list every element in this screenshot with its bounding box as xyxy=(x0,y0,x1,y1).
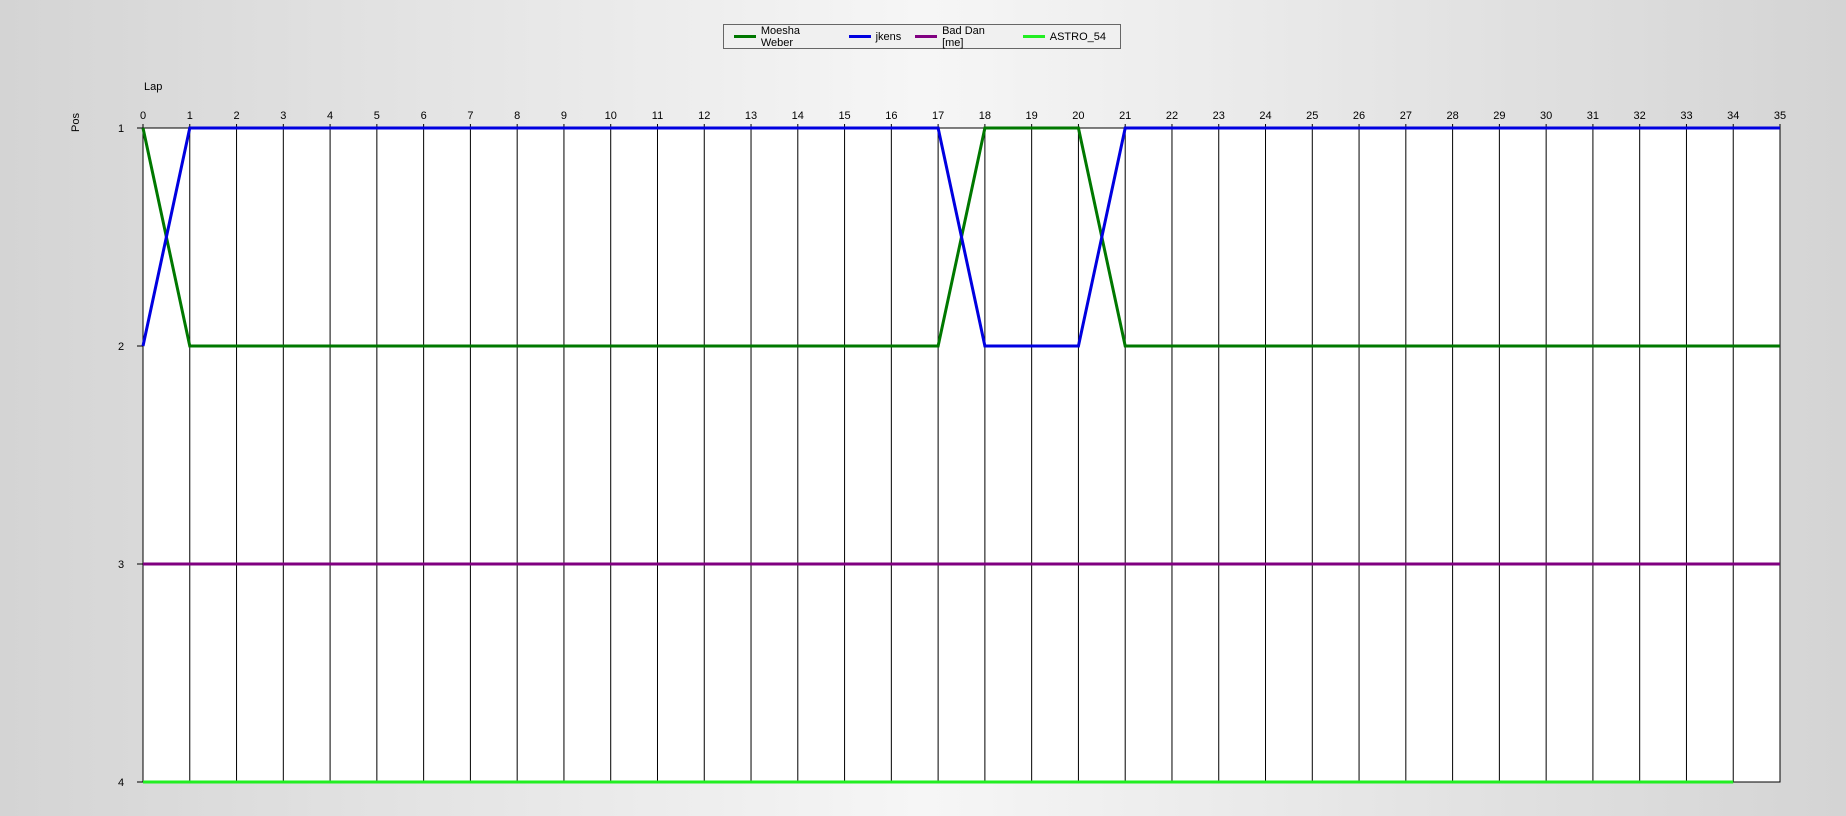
legend-item: ASTRO_54 xyxy=(1022,30,1106,43)
x-tick-label: 8 xyxy=(514,110,520,122)
x-tick-label: 35 xyxy=(1774,110,1786,122)
plot-area xyxy=(142,127,1781,783)
x-tick-label: 33 xyxy=(1680,110,1692,122)
x-tick-label: 30 xyxy=(1540,110,1552,122)
x-tick-label: 24 xyxy=(1259,110,1271,122)
x-tick-label: 7 xyxy=(467,110,473,122)
x-tick-label: 2 xyxy=(233,110,239,122)
x-tick-label: 0 xyxy=(140,110,146,122)
x-tick-label: 21 xyxy=(1119,110,1131,122)
y-tick-label: 1 xyxy=(118,123,124,135)
legend-item: jkens xyxy=(848,30,902,43)
legend-item: Moesha Weber xyxy=(734,25,835,49)
x-tick-label: 16 xyxy=(885,110,897,122)
x-tick-label: 29 xyxy=(1493,110,1505,122)
x-tick-label: 15 xyxy=(838,110,850,122)
legend-label: jkens xyxy=(875,30,902,43)
x-tick-label: 12 xyxy=(698,110,710,122)
x-tick-label: 28 xyxy=(1446,110,1458,122)
legend-label: ASTRO_54 xyxy=(1049,30,1106,43)
x-axis-title: Lap xyxy=(144,81,163,93)
legend-swatch xyxy=(734,35,756,38)
x-tick-labels: 0 1 2 3 4 5 6 7 8 9 10 11 12 13 14 15 16 17 18 19 20 21 22 23 24… xyxy=(140,110,1786,122)
x-tick-label: 13 xyxy=(745,110,757,122)
x-tick-label: 10 xyxy=(605,110,617,122)
y-tick-label: 3 xyxy=(118,559,124,571)
x-tick-label: 1 xyxy=(187,110,193,122)
x-tick-label: 26 xyxy=(1353,110,1365,122)
legend-label: Moesha Weber xyxy=(760,24,800,49)
x-tick-label: 32 xyxy=(1634,110,1646,122)
legend-item: Bad Dan [me] xyxy=(915,25,1009,49)
y-tick-label: 2 xyxy=(118,341,124,353)
x-tick-label: 17 xyxy=(932,110,944,122)
x-tick-label: 6 xyxy=(421,110,427,122)
x-tick-label: 22 xyxy=(1166,110,1178,122)
x-tick-label: 4 xyxy=(327,110,333,122)
x-tick-label: 5 xyxy=(374,110,380,122)
x-tick-label: 27 xyxy=(1400,110,1412,122)
x-tick-label: 23 xyxy=(1213,110,1225,122)
y-axis-title: Pos xyxy=(70,113,82,132)
x-tick-label: 19 xyxy=(1026,110,1038,122)
legend-swatch xyxy=(848,35,871,38)
legend: Moesha Weber jkens Bad Dan [me] ASTRO_54 xyxy=(723,24,1121,49)
x-tick-label: 31 xyxy=(1587,110,1599,122)
legend-label: Bad Dan [me] xyxy=(942,24,985,49)
x-tick-label: 14 xyxy=(792,110,804,122)
x-tick-label: 9 xyxy=(561,110,567,122)
position-chart: 0 1 2 3 4 5 6 7 8 9 10 11 12 13 14 15 16 17 18 19 20 21 22 23 24… xyxy=(118,110,1786,789)
legend-swatch xyxy=(1022,35,1045,38)
legend-swatch xyxy=(915,35,938,38)
x-tick-label: 25 xyxy=(1306,110,1318,122)
x-tick-label: 20 xyxy=(1072,110,1084,122)
x-tick-label: 11 xyxy=(652,110,663,122)
y-tick-labels: 1 2 3 4 xyxy=(118,123,124,789)
y-tick-label: 4 xyxy=(118,777,124,789)
x-tick-label: 3 xyxy=(280,110,286,122)
x-tick-label: 34 xyxy=(1727,110,1739,122)
x-tick-label: 18 xyxy=(979,110,991,122)
